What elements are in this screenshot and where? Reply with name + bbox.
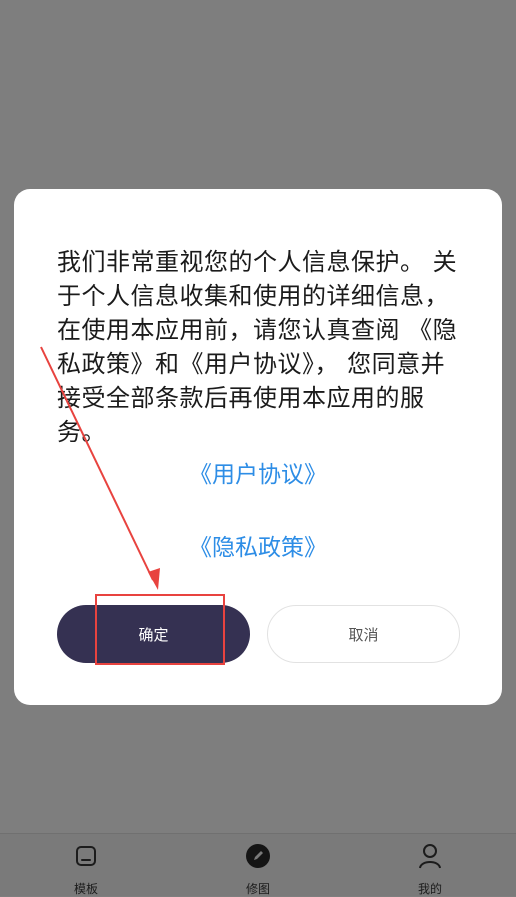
home-icon bbox=[72, 842, 100, 870]
nav-item-template[interactable]: 模板 bbox=[26, 834, 146, 897]
cancel-button[interactable]: 取消 bbox=[267, 605, 460, 663]
nav-label-edit: 修图 bbox=[245, 882, 270, 896]
bottom-navigation: 模板 修图 我的 bbox=[0, 833, 516, 896]
privacy-dialog: 我们非常重视您的个人信息保护。 关于个人信息收集和使用的详细信息， 在使用本应用… bbox=[14, 189, 502, 705]
edit-icon bbox=[244, 842, 272, 870]
nav-label-mine: 我的 bbox=[417, 882, 442, 896]
nav-label-template: 模板 bbox=[73, 882, 98, 896]
privacy-message: 我们非常重视您的个人信息保护。 关于个人信息收集和使用的详细信息， 在使用本应用… bbox=[57, 248, 458, 446]
nav-item-edit[interactable]: 修图 bbox=[198, 834, 318, 897]
privacy-policy-link[interactable]: 《隐私政策》 bbox=[14, 528, 502, 562]
profile-icon bbox=[416, 842, 444, 870]
nav-item-mine[interactable]: 我的 bbox=[370, 834, 490, 897]
confirm-button[interactable]: 确定 bbox=[57, 605, 250, 663]
user-agreement-link[interactable]: 《用户协议》 bbox=[14, 455, 502, 489]
